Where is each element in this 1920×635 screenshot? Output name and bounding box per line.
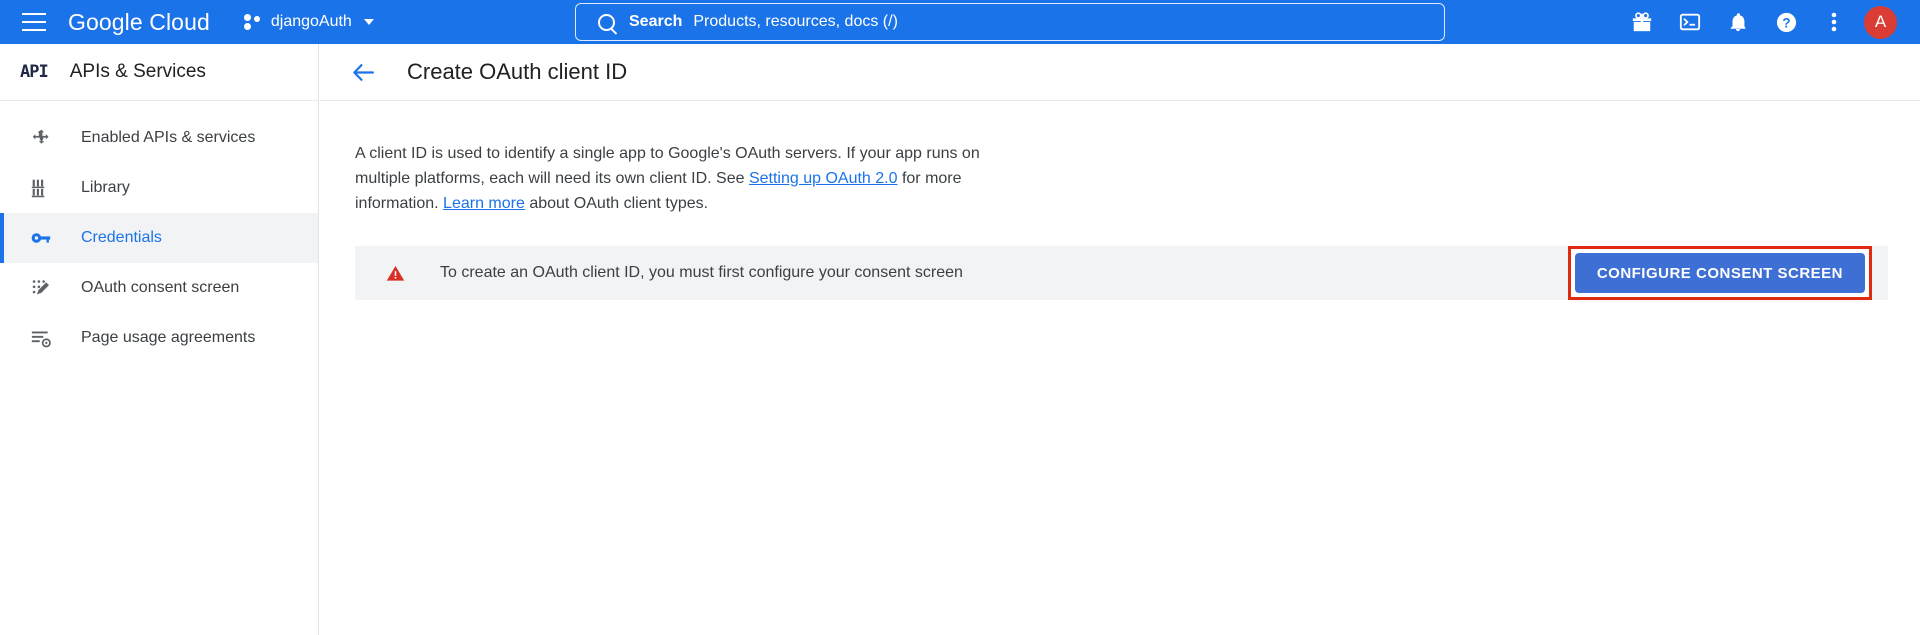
description-paragraph: A client ID is used to identify a single… <box>355 141 995 216</box>
setting-up-oauth-link[interactable]: Setting up OAuth 2.0 <box>749 170 898 187</box>
sidebar-item-enabled-apis[interactable]: Enabled APIs & services <box>0 113 318 163</box>
configure-consent-screen-wrap: CONFIGURE CONSENT SCREEN <box>1567 246 1872 300</box>
avatar[interactable]: A <box>1864 5 1897 39</box>
warning-triangle-icon <box>386 264 405 283</box>
api-logo-icon: API <box>20 62 49 82</box>
sidebar-nav-list: Enabled APIs & services Library Credenti… <box>0 101 318 363</box>
project-dots-icon <box>243 13 262 31</box>
search-placeholder: Products, resources, docs (/) <box>693 13 898 30</box>
description-part-3: about OAuth client types. <box>524 195 709 212</box>
sidebar-item-label: OAuth consent screen <box>81 279 240 296</box>
sidebar-item-label: Library <box>81 179 130 196</box>
page-usage-agreements-icon <box>29 326 53 350</box>
sidebar-item-label: Page usage agreements <box>81 329 256 346</box>
project-name-label: djangoAuth <box>270 13 352 30</box>
sidebar-title: APIs & Services <box>69 61 206 82</box>
sidebar-item-page-usage-agreements[interactable]: Page usage agreements <box>0 313 318 363</box>
sidebar-item-credentials[interactable]: Credentials <box>0 213 318 263</box>
google-cloud-logo[interactable]: Google Cloud <box>68 9 210 36</box>
oauth-consent-icon <box>29 276 53 300</box>
svg-text:?: ? <box>1782 15 1790 30</box>
back-arrow-icon[interactable] <box>349 58 377 86</box>
gift-icon[interactable] <box>1618 0 1666 44</box>
sidebar-header: API APIs & Services <box>0 44 318 101</box>
content-body: A client ID is used to identify a single… <box>320 101 1920 300</box>
configure-consent-screen-button[interactable]: CONFIGURE CONSENT SCREEN <box>1574 253 1865 293</box>
search-input[interactable]: Search Products, resources, docs (/) <box>575 3 1445 41</box>
highlight-rectangle: CONFIGURE CONSENT SCREEN <box>1567 246 1872 300</box>
project-selector[interactable]: djangoAuth <box>243 6 374 38</box>
top-app-bar: Google Cloud djangoAuth Search Products,… <box>0 0 1920 44</box>
hamburger-menu-icon[interactable] <box>22 13 46 31</box>
more-vertical-dots-icon[interactable] <box>1810 0 1858 44</box>
search-label: Search <box>629 13 683 30</box>
warning-message: To create an OAuth client ID, you must f… <box>440 264 963 281</box>
enabled-apis-icon <box>29 126 53 150</box>
library-icon <box>29 176 53 200</box>
main-content: Create OAuth client ID A client ID is us… <box>320 44 1920 635</box>
main-header: Create OAuth client ID <box>320 44 1920 101</box>
consent-screen-warning-banner: To create an OAuth client ID, you must f… <box>355 246 1888 300</box>
help-question-icon[interactable]: ? <box>1762 0 1810 44</box>
cloud-shell-terminal-icon[interactable] <box>1666 0 1714 44</box>
notifications-bell-icon[interactable] <box>1714 0 1762 44</box>
key-credentials-icon <box>29 226 53 250</box>
sidebar-item-label: Enabled APIs & services <box>81 129 256 146</box>
sidebar-item-library[interactable]: Library <box>0 163 318 213</box>
chevron-down-icon <box>363 19 374 25</box>
learn-more-link[interactable]: Learn more <box>443 195 525 212</box>
page-title: Create OAuth client ID <box>407 59 628 84</box>
sidebar-item-oauth-consent-screen[interactable]: OAuth consent screen <box>0 263 318 313</box>
search-icon <box>598 13 615 31</box>
sidebar-item-label: Credentials <box>81 229 162 246</box>
topbar-actions: ? A <box>1618 0 1920 44</box>
sidebar: API APIs & Services Enabled APIs & servi… <box>0 44 319 635</box>
